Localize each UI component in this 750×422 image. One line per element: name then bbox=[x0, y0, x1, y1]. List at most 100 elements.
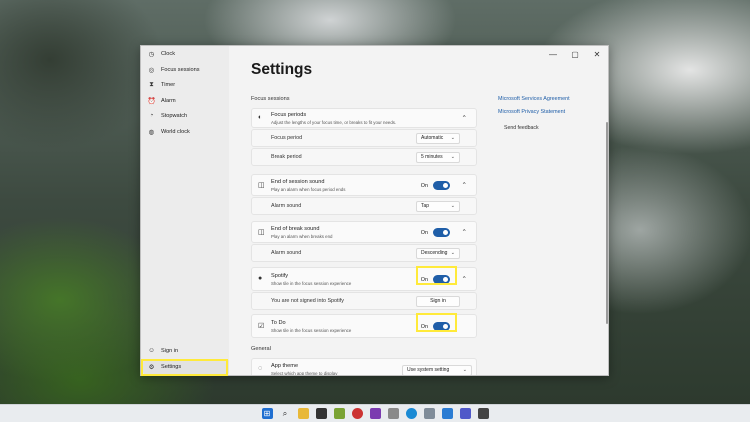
sidebar-item-label: Focus sessions bbox=[161, 66, 200, 73]
chevron-down-icon: ⌄ bbox=[450, 250, 455, 256]
minimize-button[interactable]: — bbox=[542, 46, 564, 62]
close-button[interactable]: ✕ bbox=[586, 46, 608, 62]
services-agreement-link[interactable]: Microsoft Services Agreement bbox=[498, 96, 570, 102]
spotify-subtitle: Show tile in the focus session experienc… bbox=[271, 281, 352, 286]
chrome-icon[interactable] bbox=[351, 408, 363, 419]
focus-periods-title: Focus periods bbox=[271, 112, 307, 118]
chevron-up-icon[interactable]: ⌃ bbox=[462, 181, 467, 189]
sidebar-item-clock[interactable]: ◷ Clock bbox=[143, 46, 229, 61]
edge-icon[interactable] bbox=[405, 408, 417, 419]
search-icon[interactable]: ⌕ bbox=[280, 408, 291, 419]
gear-icon: ⚙ bbox=[148, 363, 155, 371]
end-session-sound-card[interactable]: ◫ End of session sound Play an alarm whe… bbox=[251, 174, 477, 196]
sidebar-item-world-clock[interactable]: ◍ World clock bbox=[143, 124, 229, 139]
app-theme-card[interactable]: ◌ App theme Select which app theme to di… bbox=[251, 358, 477, 376]
chevron-up-icon[interactable]: ⌃ bbox=[462, 275, 467, 283]
chevron-down-icon: ⌄ bbox=[450, 135, 455, 141]
chevron-up-icon[interactable]: ⌃ bbox=[462, 228, 467, 236]
toggle-label: On bbox=[420, 323, 428, 330]
privacy-statement-link[interactable]: Microsoft Privacy Statement bbox=[498, 109, 565, 115]
sidebar-item-label: Clock bbox=[161, 50, 175, 57]
toggle-switch[interactable] bbox=[433, 322, 450, 331]
focus-period-label: Focus period bbox=[271, 135, 303, 141]
spotify-toggle[interactable]: On bbox=[421, 275, 450, 284]
teams-icon[interactable] bbox=[459, 408, 471, 419]
end-break-alarm-row: Alarm sound Descending ⌄ bbox=[251, 244, 477, 262]
taskbar: ⊞ ⌕ bbox=[0, 404, 750, 422]
end-break-subtitle: Play an alarm when breaks end bbox=[271, 234, 333, 239]
settings-pane: Settings Focus sessions ◐ Focus periods … bbox=[229, 46, 608, 376]
sidebar-item-timer[interactable]: ⧗ Timer bbox=[143, 77, 229, 92]
focus-period-dropdown[interactable]: Automatic ⌄ bbox=[416, 133, 460, 144]
sidebar-item-alarm[interactable]: ⏰ Alarm bbox=[143, 93, 229, 108]
end-break-title: End of break sound bbox=[271, 226, 320, 232]
end-session-toggle[interactable]: On bbox=[421, 181, 450, 190]
focus-icon: ◐ bbox=[258, 114, 263, 121]
todo-card[interactable]: ☑ To Do Show tile in the focus session e… bbox=[251, 314, 477, 338]
app-theme-subtitle: Select which app theme to display bbox=[271, 371, 338, 376]
end-break-toggle[interactable]: On bbox=[421, 228, 450, 237]
sidebar-item-settings[interactable]: ⚙ Settings bbox=[143, 359, 229, 374]
spotify-sign-in-button[interactable]: Sign in bbox=[416, 296, 460, 307]
bell-icon: ◫ bbox=[258, 229, 265, 236]
maximize-button[interactable]: ▢ bbox=[564, 46, 586, 62]
word-icon[interactable] bbox=[441, 408, 453, 419]
sidebar-item-focus-sessions[interactable]: ◎ Focus sessions bbox=[143, 62, 229, 77]
app-theme-title: App theme bbox=[271, 363, 299, 369]
app-theme-dropdown[interactable]: Use system setting ⌄ bbox=[402, 365, 472, 375]
toggle-label: On bbox=[420, 276, 428, 283]
todo-subtitle: Show tile in the focus session experienc… bbox=[271, 328, 352, 333]
break-period-value: 5 minutes bbox=[421, 154, 443, 160]
scrollbar[interactable] bbox=[606, 122, 608, 324]
palette-icon: ◌ bbox=[258, 365, 263, 372]
spotify-icon: ● bbox=[258, 275, 263, 282]
store-icon[interactable] bbox=[333, 408, 345, 419]
end-break-alarm-dropdown[interactable]: Descending ⌄ bbox=[416, 248, 460, 259]
chevron-up-icon[interactable]: ⌃ bbox=[462, 114, 467, 122]
alarm-sound-value: Tap bbox=[421, 203, 430, 209]
alarm-sound-label: Alarm sound bbox=[271, 203, 302, 209]
sign-in-button[interactable]: ☺ Sign in bbox=[143, 343, 229, 358]
alarm-sound-label: Alarm sound bbox=[271, 250, 302, 256]
spotify-card[interactable]: ● Spotify Show tile in the focus session… bbox=[251, 267, 477, 291]
alarm-sound-value: Descending bbox=[421, 250, 448, 256]
page-title: Settings bbox=[251, 61, 313, 78]
spotify-not-signed-label: You are not signed into Spotify bbox=[271, 298, 344, 304]
stopwatch-icon: ◔ bbox=[149, 112, 154, 119]
onenote-icon[interactable] bbox=[369, 408, 381, 419]
send-feedback-link[interactable]: Send feedback bbox=[504, 125, 539, 131]
end-break-sound-card[interactable]: ◫ End of break sound Play an alarm when … bbox=[251, 221, 477, 243]
sidebar-item-stopwatch[interactable]: ◔ Stopwatch bbox=[143, 108, 229, 123]
windows-start-icon[interactable]: ⊞ bbox=[261, 408, 273, 419]
toggle-label: On bbox=[420, 182, 428, 189]
break-period-row: Break period 5 minutes ⌄ bbox=[251, 148, 477, 166]
section-general: General bbox=[251, 346, 271, 352]
toggle-switch[interactable] bbox=[433, 181, 450, 190]
todo-app-icon[interactable] bbox=[477, 408, 489, 419]
toggle-switch[interactable] bbox=[433, 275, 450, 284]
section-focus-sessions: Focus sessions bbox=[251, 96, 290, 102]
todo-title: To Do bbox=[271, 320, 286, 326]
settings-icon[interactable] bbox=[387, 408, 399, 419]
camera-icon[interactable] bbox=[315, 408, 327, 419]
globe-icon: ◍ bbox=[148, 128, 155, 136]
chevron-down-icon: ⌄ bbox=[450, 154, 455, 160]
alarm-icon: ⏰ bbox=[147, 97, 156, 105]
app-icon[interactable] bbox=[423, 408, 435, 419]
break-period-dropdown[interactable]: 5 minutes ⌄ bbox=[416, 152, 460, 163]
todo-toggle[interactable]: On bbox=[421, 322, 450, 331]
toggle-switch[interactable] bbox=[433, 228, 450, 237]
sidebar-item-label: Alarm bbox=[161, 97, 176, 104]
focus-periods-card[interactable]: ◐ Focus periods Adjust the lengths of yo… bbox=[251, 108, 477, 128]
timer-icon: ⧗ bbox=[149, 80, 154, 88]
break-period-label: Break period bbox=[271, 154, 302, 160]
file-explorer-icon[interactable] bbox=[297, 408, 309, 419]
focus-period-value: Automatic bbox=[421, 135, 444, 141]
end-session-alarm-dropdown[interactable]: Tap ⌄ bbox=[416, 201, 460, 212]
spotify-sign-in-row: You are not signed into Spotify Sign in bbox=[251, 292, 477, 310]
focus-periods-subtitle: Adjust the lengths of your focus time, o… bbox=[271, 120, 397, 125]
app-theme-value: Use system setting bbox=[407, 367, 450, 373]
focus-icon: ◎ bbox=[148, 66, 155, 74]
spotify-title: Spotify bbox=[271, 273, 289, 279]
end-session-subtitle: Play an alarm when focus period ends bbox=[271, 187, 346, 192]
